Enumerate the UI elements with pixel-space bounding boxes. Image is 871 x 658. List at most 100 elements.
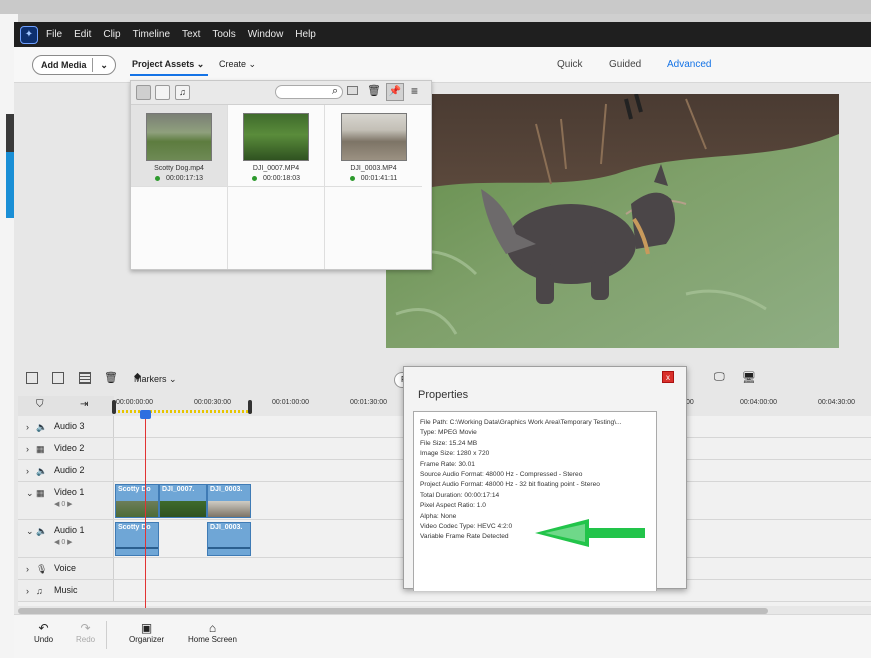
undo-button[interactable]: ↶ Undo xyxy=(34,621,53,644)
asset-item[interactable]: Scotty Dog.mp4 00:00:17:13 xyxy=(131,105,228,187)
filter-image-icon[interactable] xyxy=(155,85,170,100)
ruler-head: ⛉ ⇥ xyxy=(18,396,114,416)
status-dot-icon xyxy=(155,176,160,181)
asset-item[interactable]: DJI_0003.MP4 00:01:41:11 xyxy=(325,105,422,187)
menu-window[interactable]: Window xyxy=(248,29,284,40)
filter-audio-icon[interactable]: ♫ xyxy=(175,85,190,100)
add-media-button[interactable]: Add Media ⌄ xyxy=(32,55,116,75)
trash-icon[interactable]: 🗑 xyxy=(367,84,381,97)
menu-edit[interactable]: Edit xyxy=(74,29,91,40)
menu-timeline[interactable]: Timeline xyxy=(133,29,170,40)
dog-video-frame xyxy=(386,94,839,348)
tab-create[interactable]: Create ⌄ xyxy=(219,59,256,70)
asset-thumbnail xyxy=(243,113,309,161)
speaker-icon[interactable]: 🔈 xyxy=(36,526,47,537)
top-toolbar: Add Media ⌄ Project Assets ⌄ Create ⌄ Qu… xyxy=(14,47,871,83)
green-arrow-annotation xyxy=(535,519,645,547)
home-icon: ⌂ xyxy=(208,621,217,635)
asset-item[interactable]: DJI_0007.MP4 00:00:18:03 xyxy=(228,105,325,187)
redo-label: Redo xyxy=(76,635,96,644)
track-label: Video 2 xyxy=(54,443,85,453)
asset-empty-cell xyxy=(228,187,325,269)
filter-video-icon[interactable] xyxy=(136,85,151,100)
undo-label: Undo xyxy=(34,635,54,644)
menu-text[interactable]: Text xyxy=(182,29,200,40)
assets-filter-bar: ♫ ⌕ 🗑 📌 ≡ xyxy=(131,81,431,105)
tab-create-label: Create xyxy=(219,59,247,69)
tab-project-assets[interactable]: Project Assets ⌄ xyxy=(129,59,209,76)
folder-icon[interactable] xyxy=(347,86,358,95)
search-icon[interactable]: ⌕ xyxy=(332,85,338,98)
organizer-button[interactable]: ▣ Organizer xyxy=(129,621,164,644)
markers-dropdown[interactable]: Markers ⌄ xyxy=(134,374,177,385)
menu-clip[interactable]: Clip xyxy=(103,29,120,40)
snap-icon[interactable]: ⇥ xyxy=(80,399,88,410)
track-label: Video 1 xyxy=(54,487,85,497)
speaker-icon[interactable]: 🔈 xyxy=(36,422,47,433)
mode-advanced[interactable]: Advanced xyxy=(667,59,711,70)
playhead-handle[interactable] xyxy=(140,410,151,419)
media-icon[interactable] xyxy=(26,372,38,384)
track-label: Music xyxy=(54,585,78,595)
render-icon[interactable] xyxy=(79,372,91,384)
bottom-bar: ↶ Undo ↷ Redo ▣ Organizer ⌂ Home Screen xyxy=(14,614,871,658)
ruler-tick: 00:04:00:00 xyxy=(740,399,777,406)
asset-duration: 00:00:17:13 xyxy=(166,175,203,182)
menu-bar: ✦ File Edit Clip Timeline Text Tools Win… xyxy=(14,22,871,47)
menu-help[interactable]: Help xyxy=(295,29,316,40)
property-line: Project Audio Format: 48000 Hz - 32 bit … xyxy=(420,481,600,489)
track-label: Audio 3 xyxy=(54,421,85,431)
asset-thumbnail xyxy=(340,113,407,161)
app-logo-icon[interactable]: ✦ xyxy=(20,25,38,44)
export-icon[interactable] xyxy=(52,372,64,384)
mode-guided[interactable]: Guided xyxy=(609,59,641,70)
in-point-handle[interactable] xyxy=(112,400,116,414)
properties-dialog: x Properties File Path: C:\Working Data\… xyxy=(403,366,687,591)
audio-clip[interactable]: Scotty Do xyxy=(115,522,159,556)
close-button[interactable]: x xyxy=(662,371,674,383)
ruler-tick: 00:00:30:00 xyxy=(194,399,231,406)
film-icon[interactable]: ▦ xyxy=(36,444,45,455)
home-screen-button[interactable]: ⌂ Home Screen xyxy=(188,621,237,644)
track-label: Audio 2 xyxy=(54,465,85,475)
mode-quick[interactable]: Quick xyxy=(557,59,583,70)
audio-clip[interactable]: DJI_0003. xyxy=(207,522,251,556)
video-clip[interactable]: DJI_0003. xyxy=(207,484,251,518)
out-point-handle[interactable] xyxy=(248,400,252,414)
asset-duration: 00:00:18:03 xyxy=(263,175,300,182)
add-media-label: Add Media xyxy=(41,60,87,70)
asset-duration: 00:01:41:11 xyxy=(360,175,398,182)
video-clip[interactable]: DJI_0007. xyxy=(159,484,207,518)
project-assets-panel: ♫ ⌕ 🗑 📌 ≡ Scotty Dog.mp4 00:00:17:13 DJI… xyxy=(130,80,432,270)
microphone-icon[interactable]: 🎙 xyxy=(36,564,47,575)
music-note-icon[interactable]: ♫ xyxy=(36,586,43,596)
track-keyframe-nav[interactable]: ◀ 0 ▶ xyxy=(54,500,73,508)
menu-file[interactable]: File xyxy=(46,29,62,40)
organizer-label: Organizer xyxy=(129,635,165,644)
track-keyframe-nav[interactable]: ◀ 0 ▶ xyxy=(54,538,73,546)
fit-icon[interactable]: ⛉ xyxy=(36,399,44,410)
ruler-tick: 00:01:30:00 xyxy=(350,399,387,406)
video-clip[interactable]: Scotty Do xyxy=(115,484,159,518)
ruler-tick: 00 xyxy=(686,399,694,406)
monitor-icon[interactable]: 🖵 xyxy=(714,371,725,384)
asset-empty-cell xyxy=(131,187,228,269)
status-dot-icon xyxy=(252,176,257,181)
chevron-down-icon: ⌄ xyxy=(196,59,205,69)
status-dot-icon xyxy=(349,176,355,181)
film-icon[interactable]: ▦ xyxy=(36,488,45,499)
undo-icon: ↶ xyxy=(38,621,49,635)
chevron-down-icon: ⌄ xyxy=(169,374,177,384)
property-line: Image Size: 1280 x 720 xyxy=(420,450,490,458)
chevron-down-icon[interactable]: ⌄ xyxy=(93,60,115,71)
menu-icon[interactable]: ≡ xyxy=(411,84,418,98)
asset-grid: Scotty Dog.mp4 00:00:17:13 DJI_0007.MP4 … xyxy=(131,105,431,269)
redo-button[interactable]: ↷ Redo xyxy=(76,621,95,644)
desktop-top-strip xyxy=(0,0,871,14)
screen-icon[interactable]: 🖥 xyxy=(742,371,756,384)
speaker-icon[interactable]: 🔈 xyxy=(36,466,47,477)
trash-icon[interactable]: 🗑 xyxy=(104,371,118,384)
pin-icon[interactable]: 📌 xyxy=(386,83,404,101)
property-line: Source Audio Format: 48000 Hz - Compress… xyxy=(420,471,583,479)
menu-tools[interactable]: Tools xyxy=(212,29,235,40)
